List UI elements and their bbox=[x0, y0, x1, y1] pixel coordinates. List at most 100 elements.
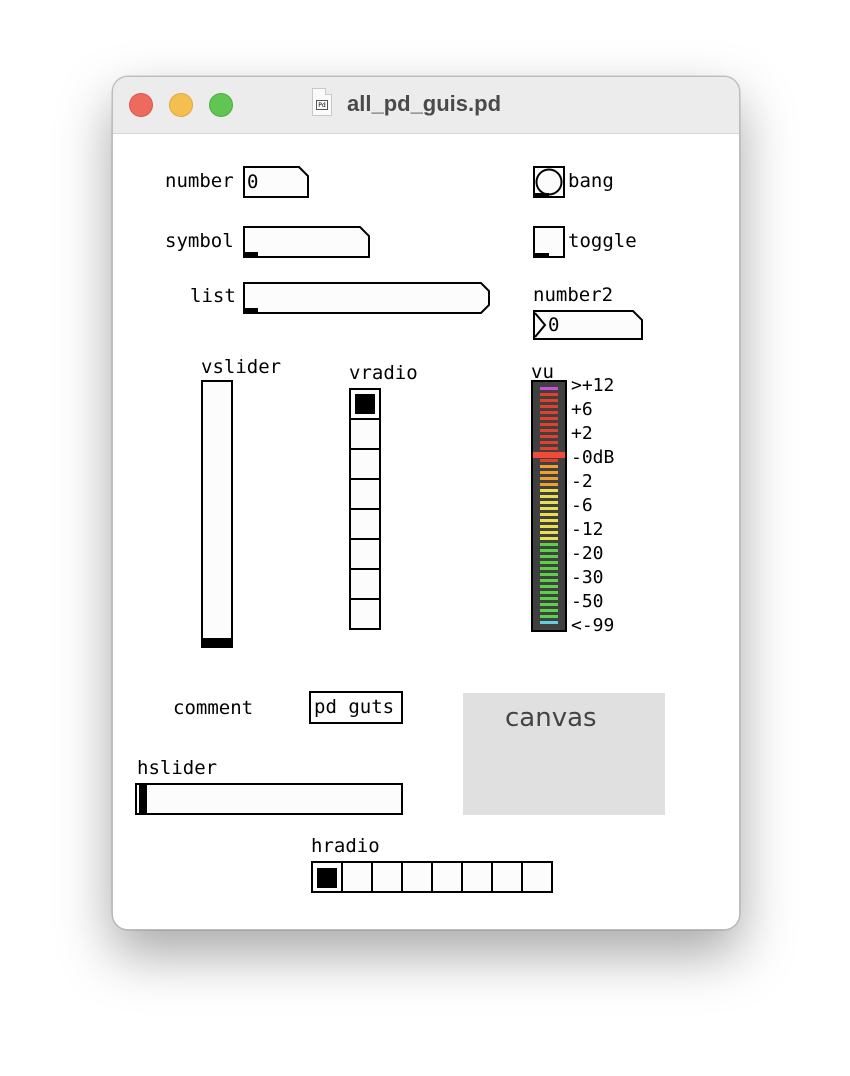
vu-segment bbox=[540, 489, 558, 492]
hradio-cell[interactable] bbox=[311, 861, 343, 893]
vu-segment bbox=[540, 543, 558, 546]
vu-segment bbox=[540, 585, 558, 588]
vradio-cell[interactable] bbox=[349, 418, 381, 450]
vu-segment bbox=[540, 507, 558, 510]
number2-label: number2 bbox=[533, 284, 614, 306]
bang-button[interactable] bbox=[533, 166, 565, 198]
vu-segment bbox=[540, 549, 558, 552]
doc-fold-corner bbox=[325, 88, 332, 95]
hradio-label: hradio bbox=[311, 835, 380, 857]
vu-scale-label: -12 bbox=[571, 519, 604, 540]
vu-scale-label: >+12 bbox=[571, 375, 615, 396]
canvas-label: canvas bbox=[505, 703, 597, 733]
vu-segment bbox=[540, 393, 558, 396]
vu-segment bbox=[540, 513, 558, 516]
hradio-cell[interactable] bbox=[371, 861, 403, 893]
bang-inlet-marker bbox=[535, 193, 549, 196]
zoom-button[interactable] bbox=[209, 93, 233, 117]
bang-label: bang bbox=[568, 170, 614, 192]
window-title: all_pd_guis.pd bbox=[347, 91, 502, 116]
vu-segment bbox=[540, 495, 558, 498]
vu-scale-label: -50 bbox=[571, 591, 604, 612]
vu-scale-label: -6 bbox=[571, 495, 593, 516]
vu-segment bbox=[540, 411, 558, 414]
number2-box[interactable]: 0 bbox=[533, 310, 643, 340]
vradio-cell[interactable] bbox=[349, 478, 381, 510]
list-box[interactable] bbox=[243, 282, 490, 314]
pd-guts-object[interactable]: pd guts bbox=[309, 691, 403, 724]
hradio-cell[interactable] bbox=[401, 861, 433, 893]
vu-segment bbox=[540, 573, 558, 576]
hradio-cell[interactable] bbox=[461, 861, 493, 893]
hradio-cell[interactable] bbox=[431, 861, 463, 893]
vu-scale-label: -20 bbox=[571, 543, 604, 564]
vu-segment bbox=[540, 483, 558, 486]
hslider-knob[interactable] bbox=[139, 785, 147, 813]
minimize-button[interactable] bbox=[169, 93, 193, 117]
title-bar[interactable]: Pd all_pd_guis.pd bbox=[113, 77, 739, 134]
hradio[interactable] bbox=[311, 861, 553, 893]
number-label: number bbox=[165, 170, 234, 192]
hradio-cell[interactable] bbox=[491, 861, 523, 893]
hradio-cell[interactable] bbox=[341, 861, 373, 893]
symbol-box[interactable] bbox=[243, 226, 370, 258]
comment-text[interactable]: comment bbox=[173, 697, 253, 719]
number-box[interactable]: 0 bbox=[243, 166, 309, 198]
symbol-label: symbol bbox=[165, 230, 234, 252]
vu-peak-bar bbox=[533, 452, 565, 458]
vu-meter bbox=[531, 380, 567, 632]
vu-segment bbox=[540, 531, 558, 534]
list-label: list bbox=[190, 285, 236, 307]
hslider[interactable] bbox=[135, 783, 403, 815]
vslider-label: vslider bbox=[201, 356, 282, 378]
patch-canvas[interactable]: number 0 bang symbol toggle list number2… bbox=[113, 134, 739, 929]
vu-segment bbox=[540, 519, 558, 522]
vu-segment bbox=[540, 597, 558, 600]
vu-scale-label: <-99 bbox=[571, 615, 615, 636]
vradio-cell[interactable] bbox=[349, 448, 381, 480]
hradio-selected-marker bbox=[317, 868, 337, 888]
vu-segment bbox=[540, 459, 558, 462]
vu-segment bbox=[540, 423, 558, 426]
vu-scale-label: +6 bbox=[571, 399, 593, 420]
vu-segment bbox=[540, 609, 558, 612]
vradio-label: vradio bbox=[349, 362, 418, 384]
vslider[interactable] bbox=[201, 380, 233, 648]
number-value: 0 bbox=[247, 171, 259, 193]
vradio-cell[interactable] bbox=[349, 598, 381, 630]
gray-canvas[interactable]: canvas bbox=[463, 693, 665, 815]
vradio-cell[interactable] bbox=[349, 538, 381, 570]
vu-segment bbox=[540, 567, 558, 570]
toggle-inlet-marker bbox=[535, 253, 549, 256]
toggle-box[interactable] bbox=[533, 226, 565, 258]
vslider-knob[interactable] bbox=[203, 638, 231, 646]
vradio-cell[interactable] bbox=[349, 568, 381, 600]
vu-segment bbox=[540, 603, 558, 606]
vradio-cell[interactable] bbox=[349, 388, 381, 420]
vu-segment bbox=[540, 537, 558, 540]
pd-document-icon[interactable]: Pd bbox=[312, 88, 332, 116]
vu-segment bbox=[540, 579, 558, 582]
close-button[interactable] bbox=[129, 93, 153, 117]
vu-scale-label: -30 bbox=[571, 567, 604, 588]
vu-segment bbox=[540, 399, 558, 402]
vradio-cell[interactable] bbox=[349, 508, 381, 540]
vu-scale-label: -0dB bbox=[571, 447, 615, 468]
vu-segment bbox=[540, 465, 558, 468]
vu-segment bbox=[540, 471, 558, 474]
vu-segment bbox=[540, 477, 558, 480]
vu-segment bbox=[540, 621, 558, 624]
vu-segment bbox=[540, 555, 558, 558]
bang-circle-icon bbox=[535, 168, 563, 196]
vu-segment bbox=[540, 525, 558, 528]
vu-segment bbox=[540, 447, 558, 450]
vu-segment bbox=[540, 501, 558, 504]
vradio[interactable] bbox=[349, 388, 381, 630]
hslider-label: hslider bbox=[137, 757, 218, 779]
pd-window: Pd all_pd_guis.pd number 0 bang symbol t… bbox=[112, 76, 740, 930]
vu-segment bbox=[540, 429, 558, 432]
vu-segment bbox=[540, 591, 558, 594]
doc-badge: Pd bbox=[316, 100, 328, 110]
hradio-cell[interactable] bbox=[521, 861, 553, 893]
number2-value: 0 bbox=[548, 314, 560, 336]
